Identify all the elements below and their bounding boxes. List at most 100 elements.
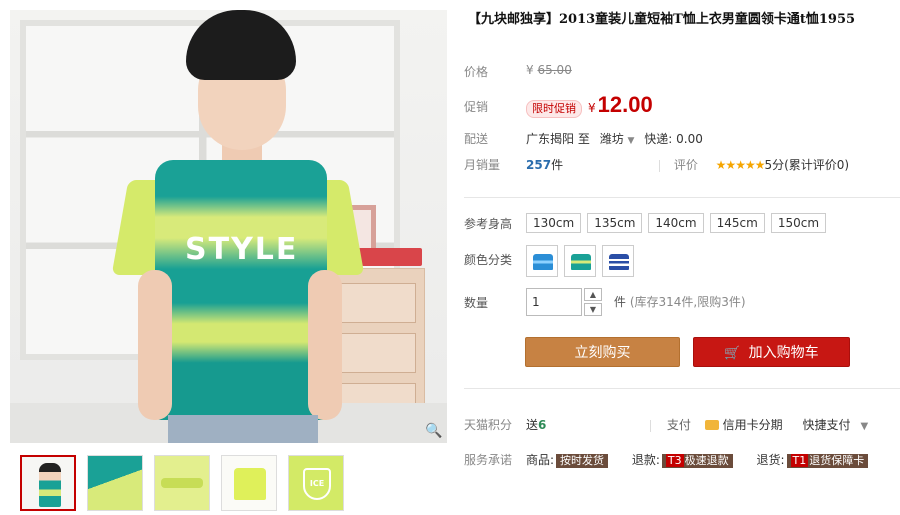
- color-option-green-stripe[interactable]: [564, 245, 596, 277]
- original-price: ¥ 65.00: [526, 63, 572, 77]
- quantity-control: 1 ▲ ▼ 件 (库存314件,限购3件): [526, 288, 746, 316]
- service-promises: 商品: 按时发货 退款: T3 极速退款 退货: T1 退货保障卡: [526, 451, 869, 468]
- size-options: 130cm 135cm 140cm 145cm 150cm: [526, 213, 832, 233]
- promo-label: 促销: [464, 100, 489, 114]
- points-give-word: 送: [526, 418, 539, 432]
- quick-pay[interactable]: 快捷支付 ▼: [803, 418, 869, 432]
- quantity-input[interactable]: 1: [526, 288, 582, 316]
- thumbnail-1-model[interactable]: [20, 455, 76, 511]
- striped-tshirt: [155, 160, 327, 420]
- shipping-fee: 快递: 0.00: [644, 132, 703, 146]
- rating-label: 评价: [673, 158, 698, 172]
- ice-badge-icon: ICE: [303, 468, 331, 500]
- goods-label: 商品:: [526, 453, 555, 467]
- zoom-magnifier-icon[interactable]: 🔍: [425, 423, 442, 439]
- tshirt-icon: [533, 254, 553, 270]
- credit-installment-text: 信用卡分期: [722, 418, 783, 432]
- product-info-panel: 【九块邮独享】2013童装儿童短袖T恤上衣男童圆领卡通t恤1955 价格 ¥ 6…: [464, 10, 900, 468]
- rating-stars-icon: ★★★★★: [715, 158, 766, 172]
- model-jeans: [168, 415, 318, 443]
- size-option-130[interactable]: 130cm: [526, 213, 582, 233]
- quantity-unit: 件: [613, 294, 626, 309]
- tshirt-icon: [571, 254, 591, 270]
- points-amount: 6: [538, 418, 547, 432]
- model-hair: [186, 10, 296, 80]
- thumbnail-2-fabric-closeup[interactable]: [87, 455, 143, 511]
- limited-time-promo-badge: 限时促销: [526, 100, 582, 118]
- product-title: 【九块邮独享】2013童装儿童短袖T恤上衣男童圆领卡通t恤1955: [468, 12, 856, 27]
- payment-block: 支付 信用卡分期 快捷支付 ▼: [650, 416, 868, 433]
- size-option-140[interactable]: 140cm: [648, 213, 704, 233]
- fast-refund-badge[interactable]: T3 极速退款: [661, 454, 733, 468]
- service-label: 服务承诺: [464, 453, 513, 467]
- color-option-navy-stripe[interactable]: [602, 245, 634, 277]
- tshirt-icon: [609, 254, 629, 270]
- price-label: 价格: [464, 65, 489, 79]
- quantity-stepper[interactable]: ▲ ▼: [584, 288, 602, 316]
- shipping-label: 配送: [464, 132, 489, 146]
- rating-block: 评价 ★★★★★5分(累计评价0): [659, 156, 849, 173]
- quantity-decrease-icon[interactable]: ▼: [584, 303, 602, 316]
- chevron-down-icon: ▼: [627, 136, 635, 146]
- stock-info: (库存314件,限购3件): [629, 294, 746, 309]
- color-option-blue-stripe[interactable]: [526, 245, 558, 277]
- refund-label: 退款:: [631, 453, 660, 467]
- child-model: STYLE: [110, 10, 365, 443]
- thumbnail-strip: ICE: [10, 455, 447, 511]
- quantity-label: 数量: [464, 296, 489, 310]
- payment-label: 支付: [666, 418, 691, 432]
- return-guarantee-badge[interactable]: T1 退货保障卡: [786, 454, 869, 468]
- monthly-sales-unit: 件: [551, 158, 564, 172]
- product-gallery: STYLE 🔍 ICE: [10, 10, 447, 511]
- section-divider: [464, 388, 900, 389]
- ship-destination-text: 潍坊: [599, 132, 624, 146]
- add-to-cart-button[interactable]: 🛒 加入购物车: [693, 337, 850, 367]
- buy-now-button[interactable]: 立刻购买: [525, 337, 680, 367]
- credit-installment[interactable]: 信用卡分期: [704, 418, 783, 432]
- divider: [659, 159, 660, 172]
- refund-tier: T3: [665, 454, 684, 467]
- chevron-down-icon: ▼: [860, 421, 869, 432]
- original-price-value: 65.00: [537, 63, 572, 77]
- color-label: 颜色分类: [464, 253, 513, 267]
- thumbnail-3-collar-detail[interactable]: [154, 455, 210, 511]
- credit-card-icon: [704, 419, 719, 430]
- fast-refund-text: 极速退款: [684, 454, 729, 467]
- divider: [650, 419, 651, 432]
- quick-pay-text: 快捷支付: [802, 418, 851, 432]
- promo-price-value: 12.00: [597, 92, 653, 117]
- return-label: 退货:: [756, 453, 785, 467]
- section-divider: [464, 197, 900, 198]
- size-option-135[interactable]: 135cm: [587, 213, 643, 233]
- return-tier: T1: [790, 454, 809, 467]
- color-options: [526, 245, 640, 277]
- tmall-points-label: 天猫积分: [464, 418, 513, 432]
- model-left-arm: [138, 270, 172, 420]
- quantity-increase-icon[interactable]: ▲: [584, 288, 602, 301]
- monthly-sales: 257件: [526, 156, 563, 173]
- ship-destination-select[interactable]: 潍坊 ▼: [600, 132, 635, 146]
- ship-from: 广东揭阳: [526, 132, 575, 146]
- monthly-sales-label: 月销量: [464, 158, 501, 172]
- shipping-info: 广东揭阳 至 潍坊 ▼ 快递: 0.00: [526, 130, 703, 147]
- thumbnail-5-ice-badge[interactable]: ICE: [288, 455, 344, 511]
- promo-currency: ¥: [588, 101, 596, 115]
- thumbnail-4-flat-shirt[interactable]: [221, 455, 277, 511]
- main-product-image[interactable]: STYLE 🔍: [10, 10, 447, 443]
- shirt-print-text: STYLE: [185, 232, 299, 267]
- model-right-arm: [308, 270, 342, 420]
- add-to-cart-label: 加入购物车: [748, 345, 819, 361]
- size-option-145[interactable]: 145cm: [709, 213, 765, 233]
- ship-to-word: 至: [577, 132, 590, 146]
- price-currency: ¥: [526, 63, 534, 77]
- cart-icon: 🛒: [724, 346, 741, 361]
- size-option-150[interactable]: 150cm: [770, 213, 827, 233]
- return-guarantee-text: 退货保障卡: [809, 454, 865, 467]
- rating-text[interactable]: 5分(累计评价0): [764, 158, 849, 172]
- on-time-shipping-badge[interactable]: 按时发货: [556, 454, 609, 468]
- thumbnail-model-figure: [39, 463, 61, 507]
- monthly-sales-count: 257: [526, 158, 552, 172]
- size-label: 参考身高: [464, 217, 513, 231]
- tmall-points: 送6: [526, 416, 546, 433]
- promo-price: 限时促销 ¥12.00: [526, 92, 653, 118]
